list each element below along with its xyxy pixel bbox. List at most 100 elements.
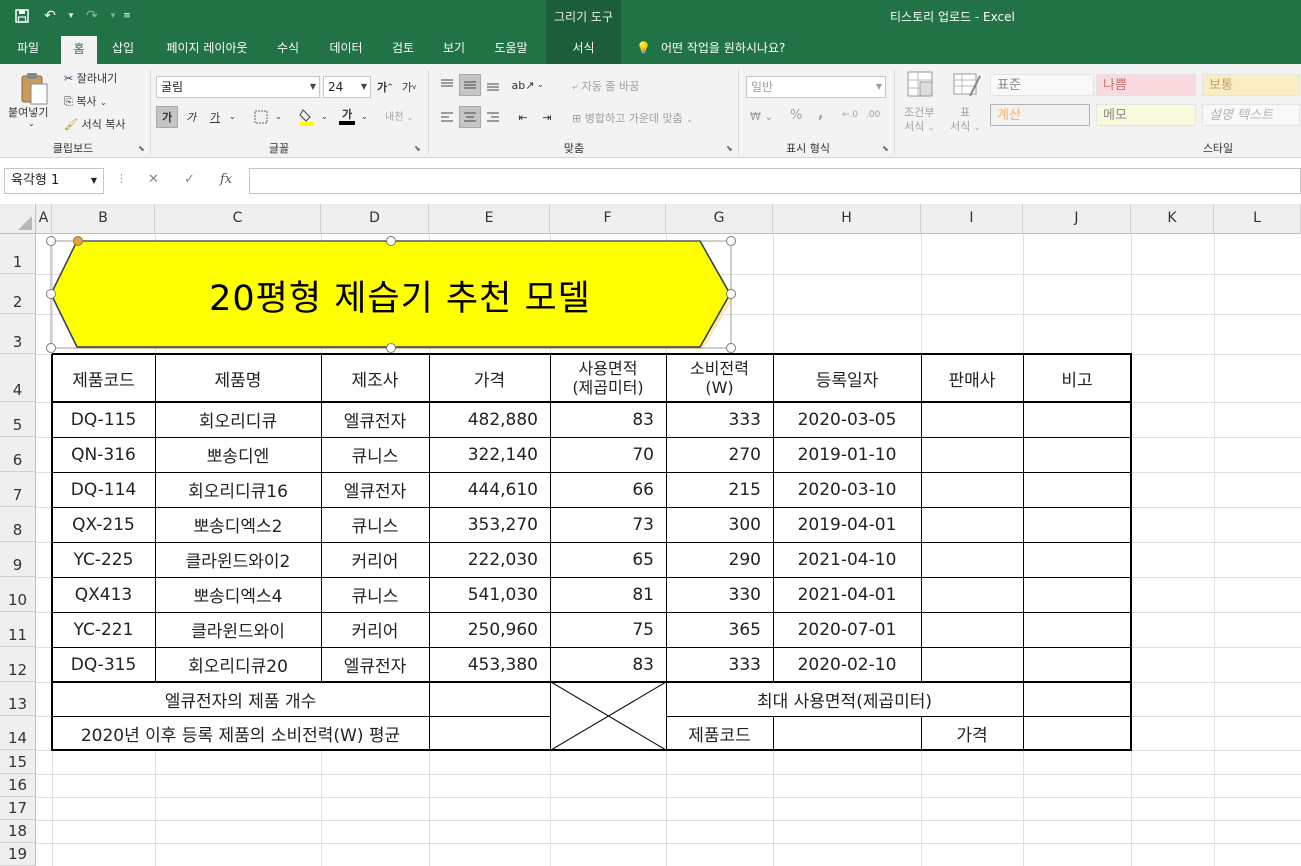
table-cell[interactable]: 73 bbox=[550, 507, 666, 542]
column-header-e[interactable]: E bbox=[429, 204, 550, 234]
table-cell[interactable]: 클라윈드와이 bbox=[155, 612, 321, 647]
customize-qat-icon[interactable]: ≡ bbox=[122, 6, 132, 26]
font-color-icon[interactable]: 가 bbox=[336, 106, 358, 128]
table-header-cell[interactable]: 사용면적 (제곱미터) bbox=[550, 354, 666, 402]
table-cell[interactable] bbox=[921, 647, 1023, 682]
table-cell[interactable]: 뽀송디엑스4 bbox=[155, 577, 321, 612]
table-cell[interactable]: 큐니스 bbox=[321, 437, 429, 472]
grow-font-icon[interactable]: 가 ^ bbox=[374, 76, 396, 98]
table-cell[interactable]: 2019-04-01 bbox=[773, 507, 921, 542]
table-cell[interactable] bbox=[921, 402, 1023, 437]
table-cell[interactable]: 333 bbox=[666, 402, 773, 437]
summary-label-cell[interactable]: 2020년 이후 등록 제품의 소비전력(W) 평균 bbox=[52, 716, 429, 750]
table-cell[interactable]: 65 bbox=[550, 542, 666, 577]
column-header-a[interactable]: A bbox=[36, 204, 52, 234]
row-header-9[interactable]: 9 bbox=[0, 542, 36, 577]
table-cell[interactable]: 뽀송디엑스2 bbox=[155, 507, 321, 542]
font-launcher-icon[interactable]: ⬊ bbox=[414, 144, 421, 153]
undo-dropdown-icon[interactable]: ▾ bbox=[66, 6, 76, 26]
table-cell[interactable]: 2021-04-01 bbox=[773, 577, 921, 612]
table-header-cell[interactable]: 판매사 bbox=[921, 354, 1023, 402]
align-right-icon[interactable] bbox=[482, 106, 504, 128]
formula-input[interactable] bbox=[249, 168, 1301, 194]
column-header-b[interactable]: B bbox=[52, 204, 155, 234]
summary-value-cell[interactable] bbox=[429, 716, 550, 750]
table-cell[interactable]: 2021-04-10 bbox=[773, 542, 921, 577]
table-cell[interactable]: YC-225 bbox=[52, 542, 155, 577]
table-cell[interactable] bbox=[921, 542, 1023, 577]
tab-page-layout[interactable]: 페이지 레이아웃 bbox=[152, 32, 262, 64]
font-color-dropdown-icon[interactable]: ⌄ bbox=[361, 112, 368, 121]
redo-dropdown-icon[interactable]: ▾ bbox=[108, 6, 118, 26]
row-header-11[interactable]: 11 bbox=[0, 612, 36, 647]
table-cell[interactable]: 453,380 bbox=[429, 647, 550, 682]
table-cell[interactable] bbox=[1023, 612, 1131, 647]
column-header-d[interactable]: D bbox=[321, 204, 429, 234]
table-cell[interactable]: 70 bbox=[550, 437, 666, 472]
table-cell[interactable]: 330 bbox=[666, 577, 773, 612]
table-cell[interactable]: 2020-03-10 bbox=[773, 472, 921, 507]
table-cell[interactable] bbox=[1023, 542, 1131, 577]
table-cell[interactable]: 365 bbox=[666, 612, 773, 647]
percent-button[interactable]: % bbox=[790, 108, 802, 123]
summary-label-cell[interactable]: 제품코드 bbox=[666, 716, 773, 750]
table-cell[interactable]: 큐니스 bbox=[321, 577, 429, 612]
summary-value-cell[interactable] bbox=[429, 682, 550, 716]
summary-value-cell[interactable] bbox=[1023, 682, 1131, 716]
table-cell[interactable]: 커리어 bbox=[321, 612, 429, 647]
table-cell[interactable] bbox=[1023, 402, 1131, 437]
table-cell[interactable]: 83 bbox=[550, 647, 666, 682]
insert-function-icon[interactable]: fx bbox=[220, 172, 232, 187]
row-header-5[interactable]: 5 bbox=[0, 402, 36, 437]
table-cell[interactable]: 250,960 bbox=[429, 612, 550, 647]
tab-data[interactable]: 데이터 bbox=[320, 32, 372, 64]
table-cell[interactable]: 353,270 bbox=[429, 507, 550, 542]
enter-icon[interactable]: ✓ bbox=[184, 172, 195, 187]
table-cell[interactable]: 회오리디큐 bbox=[155, 402, 321, 437]
resize-handle[interactable] bbox=[386, 343, 396, 353]
number-launcher-icon[interactable]: ⬊ bbox=[882, 144, 889, 153]
table-header-cell[interactable]: 제품코드 bbox=[52, 354, 155, 402]
fill-color-dropdown-icon[interactable]: ⌄ bbox=[321, 112, 328, 121]
paste-button[interactable]: 붙여넣기 bbox=[8, 104, 48, 120]
tab-review[interactable]: 검토 bbox=[383, 32, 423, 64]
row-header-12[interactable]: 12 bbox=[0, 647, 36, 682]
row-header-17[interactable]: 17 bbox=[0, 797, 36, 820]
resize-handle[interactable] bbox=[726, 343, 736, 353]
row-header-16[interactable]: 16 bbox=[0, 774, 36, 797]
table-header-cell[interactable]: 제품명 bbox=[155, 354, 321, 402]
copy-button[interactable]: ⎘ 복사 ⌄ bbox=[64, 93, 107, 109]
adjustment-handle[interactable] bbox=[73, 236, 83, 246]
table-cell[interactable]: 482,880 bbox=[429, 402, 550, 437]
accounting-format-icon[interactable]: ₩ ⌄ bbox=[750, 110, 774, 123]
column-header-i[interactable]: I bbox=[921, 204, 1023, 234]
cell-style-6[interactable]: 설명 텍스트 bbox=[1202, 104, 1300, 126]
row-header-15[interactable]: 15 bbox=[0, 750, 36, 774]
table-cell[interactable]: 2019-01-10 bbox=[773, 437, 921, 472]
row-header-13[interactable]: 13 bbox=[0, 682, 36, 716]
borders-dropdown-icon[interactable]: ⌄ bbox=[275, 112, 282, 121]
align-left-icon[interactable] bbox=[436, 106, 458, 128]
merge-center-button[interactable]: ⊞ 병합하고 가운데 맞춤 ⌄ bbox=[572, 110, 693, 126]
row-header-7[interactable]: 7 bbox=[0, 472, 36, 507]
align-middle-icon[interactable] bbox=[459, 74, 481, 96]
conditional-format-icon[interactable] bbox=[906, 70, 936, 103]
column-header-f[interactable]: F bbox=[550, 204, 666, 234]
table-cell[interactable]: 뽀송디엔 bbox=[155, 437, 321, 472]
table-cell[interactable] bbox=[1023, 437, 1131, 472]
paste-dropdown-icon[interactable]: ⌄ bbox=[28, 119, 35, 128]
paste-icon[interactable] bbox=[18, 72, 50, 105]
table-cell[interactable]: 300 bbox=[666, 507, 773, 542]
table-header-cell[interactable]: 가격 bbox=[429, 354, 550, 402]
table-cell[interactable]: 215 bbox=[666, 472, 773, 507]
resize-handle[interactable] bbox=[46, 236, 56, 246]
row-header-6[interactable]: 6 bbox=[0, 437, 36, 472]
row-header-8[interactable]: 8 bbox=[0, 507, 36, 542]
cell-style-4[interactable]: 계산 bbox=[990, 104, 1090, 126]
table-cell[interactable]: 541,030 bbox=[429, 577, 550, 612]
table-cell[interactable]: 클라윈드와이2 bbox=[155, 542, 321, 577]
table-cell[interactable]: 333 bbox=[666, 647, 773, 682]
table-cell[interactable] bbox=[1023, 507, 1131, 542]
resize-handle[interactable] bbox=[726, 236, 736, 246]
table-cell[interactable]: DQ-114 bbox=[52, 472, 155, 507]
